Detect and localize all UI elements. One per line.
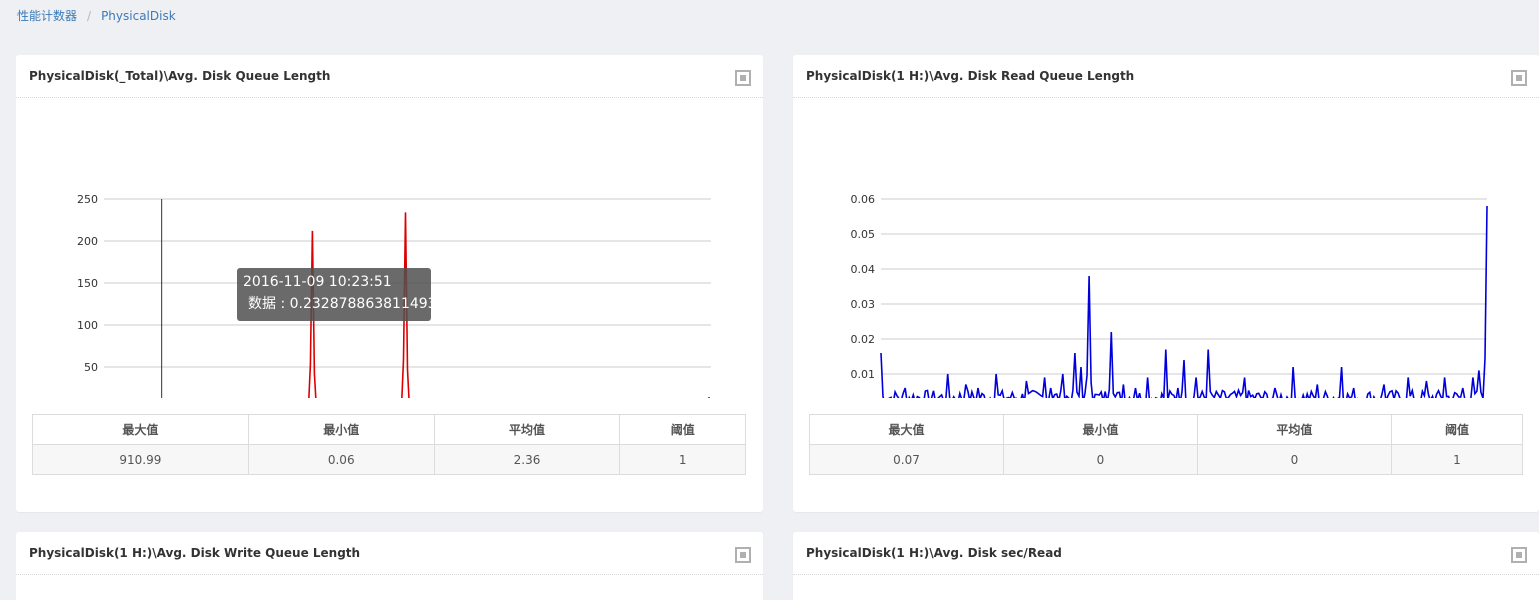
y-tick-label: 50 (84, 361, 98, 374)
breadcrumb-separator: / (87, 8, 92, 23)
max-value: 910.99 (32, 444, 249, 475)
stats-table: 最大值 最小值 平均值 阈值 910.99 0.06 2.36 1 (32, 414, 746, 475)
y-tick-label: 0.05 (851, 228, 876, 241)
panel-write-queue-length: PhysicalDisk(1 H:)\Avg. Disk Write Queue… (16, 532, 763, 600)
threshold-header: 阈值 (619, 414, 746, 445)
maximize-icon[interactable] (1511, 70, 1527, 86)
min-header: 最小值 (1002, 414, 1198, 445)
stats-value-row: 910.99 0.06 2.36 1 (32, 444, 746, 475)
stats-header-row: 最大值 最小值 平均值 阈值 (809, 414, 1524, 445)
avg-value: 0 (1196, 444, 1392, 475)
maximize-icon[interactable] (1511, 547, 1527, 563)
line-chart[interactable]: 00.010.020.030.040.050.0610:110:1810:351… (793, 98, 1539, 398)
line-chart[interactable]: 05010015020025010:110:1810:3510:5211:911… (16, 98, 763, 398)
max-header: 最大值 (32, 414, 249, 445)
y-tick-label: 0.06 (851, 193, 876, 206)
breadcrumb-current-link[interactable]: PhysicalDisk (101, 9, 176, 23)
maximize-icon[interactable] (735, 70, 751, 86)
panel-title: PhysicalDisk(1 H:)\Avg. Disk sec/Read (806, 546, 1062, 560)
tooltip-value: 数据 : 0.232878863811493 (248, 296, 437, 312)
stats-value-row: 0.07 0 0 1 (809, 444, 1524, 475)
max-value: 0.07 (809, 444, 1004, 475)
panel-header: PhysicalDisk(1 H:)\Avg. Disk Write Queue… (16, 532, 763, 575)
avg-value: 2.36 (433, 444, 621, 475)
y-tick-label: 100 (77, 319, 98, 332)
series-line (880, 205, 1488, 398)
y-tick-label: 150 (77, 277, 98, 290)
panel-title: PhysicalDisk(1 H:)\Avg. Disk Read Queue … (806, 69, 1135, 83)
y-tick-label: 250 (77, 193, 98, 206)
avg-header: 平均值 (1196, 414, 1392, 445)
panel-header: PhysicalDisk(_Total)\Avg. Disk Queue Len… (16, 55, 763, 98)
panel-header: PhysicalDisk(1 H:)\Avg. Disk Read Queue … (793, 55, 1539, 98)
y-tick-label: 0.04 (851, 263, 876, 276)
min-value: 0.06 (247, 444, 435, 475)
tooltip-time: 2016-11-09 10:23:51 (243, 274, 392, 290)
panel-header: PhysicalDisk(1 H:)\Avg. Disk sec/Read (793, 532, 1539, 575)
max-header: 最大值 (809, 414, 1004, 445)
panel-disk-sec-read: PhysicalDisk(1 H:)\Avg. Disk sec/Read (793, 532, 1539, 600)
tooltip-value-row: 数据 : 0.232878863811493 (243, 293, 437, 313)
breadcrumb-root-link[interactable]: 性能计数器 (17, 7, 77, 24)
stats-header-row: 最大值 最小值 平均值 阈值 (32, 414, 746, 445)
y-tick-label: 200 (77, 235, 98, 248)
threshold-header: 阈值 (1390, 414, 1524, 445)
threshold-value: 1 (619, 444, 746, 475)
min-header: 最小值 (247, 414, 435, 445)
y-tick-label: 0.01 (851, 368, 876, 381)
avg-header: 平均值 (433, 414, 621, 445)
min-value: 0 (1002, 444, 1198, 475)
y-tick-label: 0.03 (851, 298, 876, 311)
breadcrumb: 性能计数器 / PhysicalDisk (17, 7, 176, 24)
maximize-icon[interactable] (735, 547, 751, 563)
panel-title: PhysicalDisk(1 H:)\Avg. Disk Write Queue… (29, 546, 361, 560)
chart-tooltip: 2016-11-09 10:23:51 数据 : 0.2328788638114… (237, 268, 437, 321)
panel-read-queue-length: PhysicalDisk(1 H:)\Avg. Disk Read Queue … (793, 55, 1539, 512)
y-tick-label: 0.02 (851, 333, 876, 346)
threshold-value: 1 (1390, 444, 1524, 475)
panel-title: PhysicalDisk(_Total)\Avg. Disk Queue Len… (29, 69, 331, 83)
stats-table: 最大值 最小值 平均值 阈值 0.07 0 0 1 (809, 414, 1524, 475)
